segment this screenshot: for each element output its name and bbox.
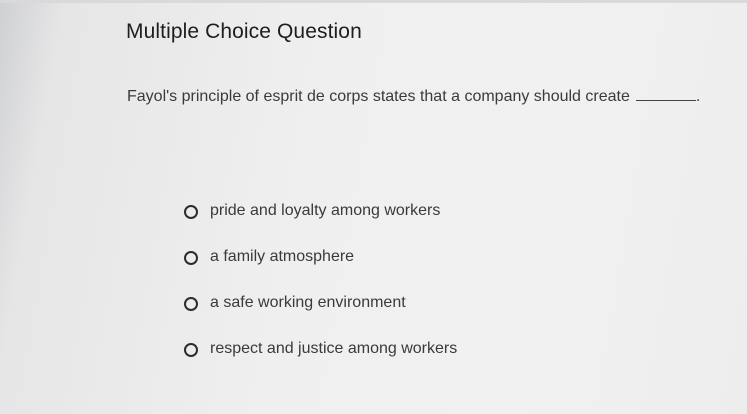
answer-option-label[interactable]: pride and loyalty among workers [210, 200, 440, 222]
answer-option-2[interactable]: a family atmosphere [184, 246, 457, 292]
answer-option-3[interactable]: a safe working environment [184, 292, 457, 338]
radio-button-icon[interactable] [184, 205, 198, 219]
answer-option-4[interactable]: respect and justice among workers [184, 338, 457, 384]
answer-option-label[interactable]: a family atmosphere [210, 246, 354, 268]
question-heading: Multiple Choice Question [126, 20, 362, 43]
answer-option-1[interactable]: pride and loyalty among workers [184, 200, 457, 246]
answer-blank [635, 88, 696, 101]
answer-option-label[interactable]: a safe working environment [210, 292, 406, 314]
answer-option-label[interactable]: respect and justice among workers [210, 338, 457, 360]
question-prompt: Fayol's principle of esprit de corps sta… [127, 88, 700, 106]
radio-button-icon[interactable] [184, 297, 198, 311]
question-card: Multiple Choice Question Fayol's princip… [0, 0, 747, 414]
question-prompt-text: Fayol's principle of esprit de corps sta… [127, 88, 630, 105]
answer-options: pride and loyalty among workers a family… [184, 200, 457, 384]
radio-button-icon[interactable] [184, 251, 198, 265]
blank-period: . [695, 88, 701, 105]
radio-button-icon[interactable] [184, 343, 198, 357]
